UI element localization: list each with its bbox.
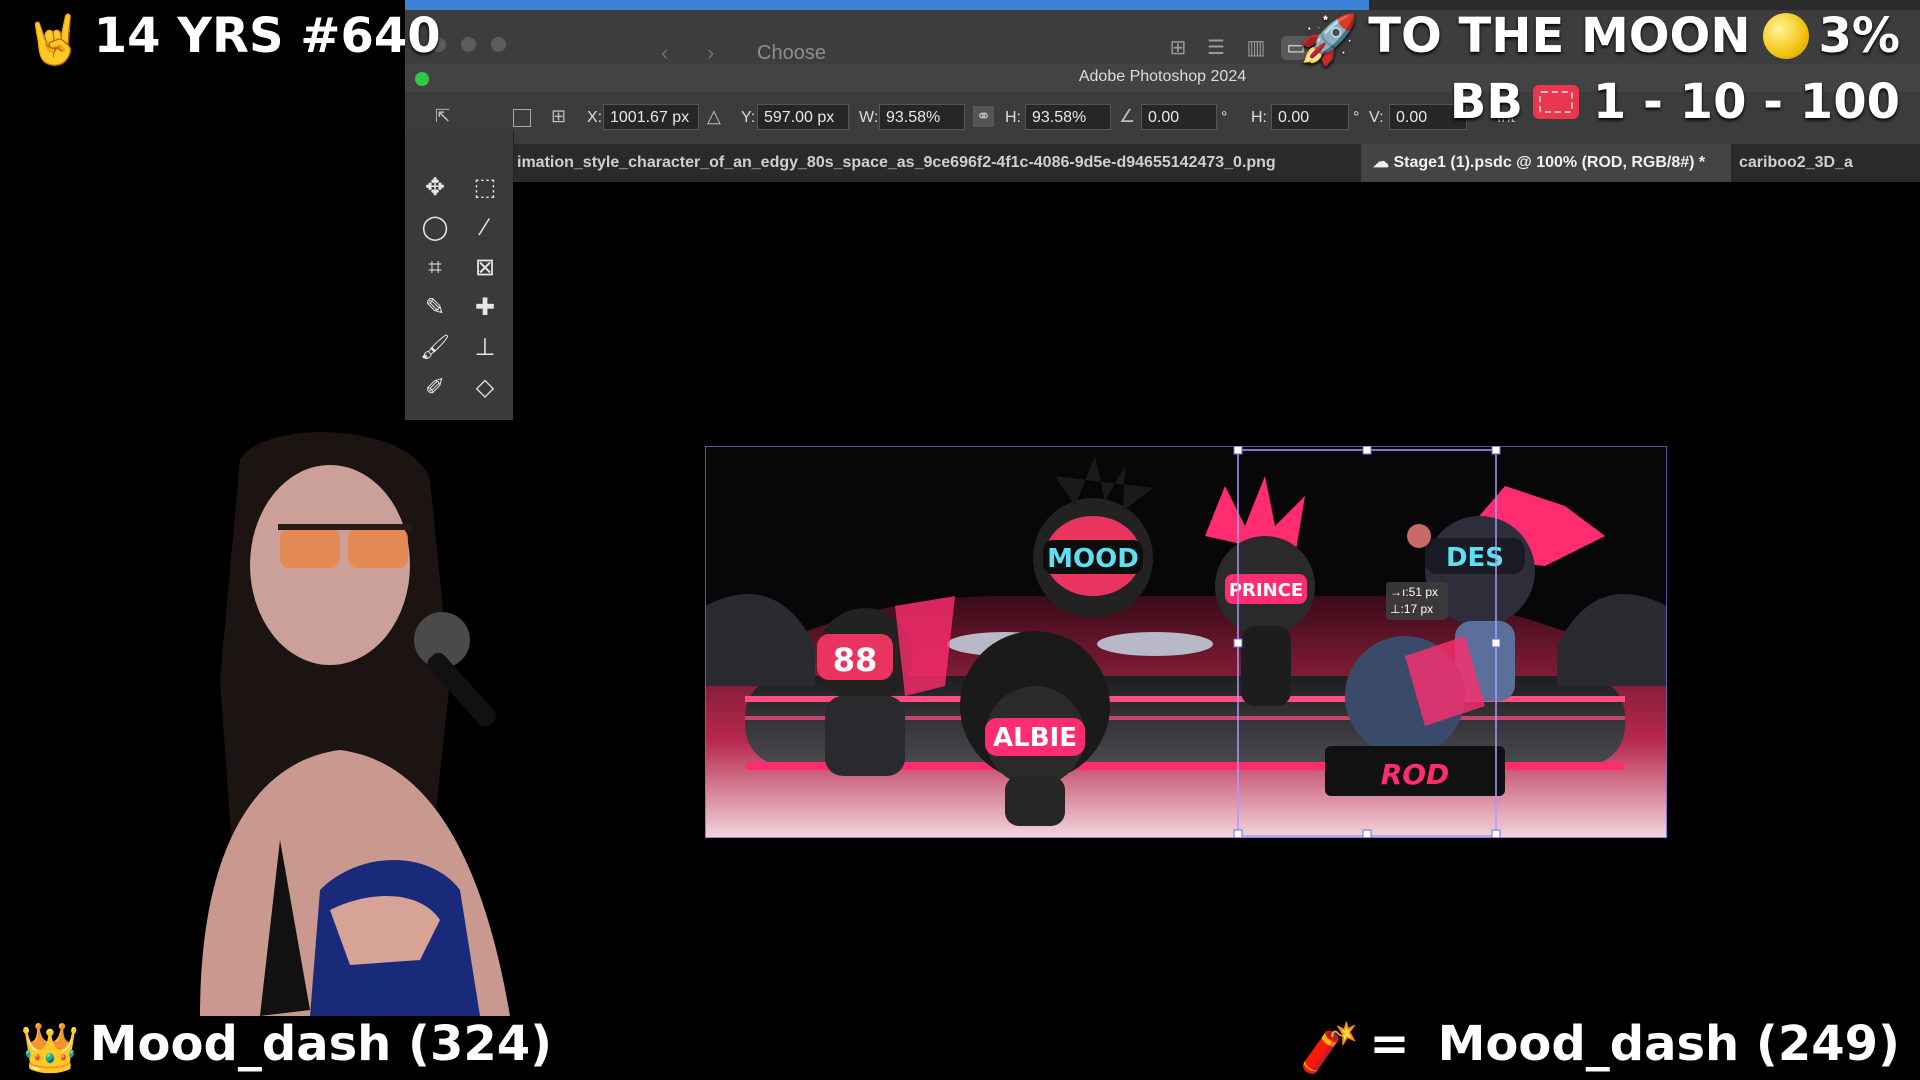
top-supporter-text: Mood_dash (324)	[89, 1016, 553, 1072]
angle-icon[interactable]: ∠	[1119, 106, 1135, 127]
eyedropper-tool-icon[interactable]: ✎	[415, 290, 455, 326]
crown-icon: 👑	[20, 1019, 80, 1076]
hskew-label: H:	[1251, 109, 1267, 126]
firecracker-icon: 🧨	[1299, 1019, 1360, 1076]
document-tabs: imation_style_character_of_an_edgy_80s_s…	[405, 144, 1920, 183]
prince-label: PRINCE	[1229, 580, 1303, 601]
moon-goal: 🚀 TO THE MOON 3%	[1299, 8, 1900, 68]
delta-icon[interactable]: △	[707, 106, 721, 127]
y-field[interactable]: 597.00 px	[757, 104, 849, 130]
ticket-icon	[1532, 85, 1579, 119]
webcam-feed	[180, 420, 524, 1016]
checkbox[interactable]	[513, 109, 531, 127]
equals-sign: =	[1369, 1016, 1410, 1072]
degree-symbol: °	[1221, 109, 1228, 126]
forward-arrow-icon[interactable]: ›	[707, 40, 714, 66]
height-field[interactable]: 93.58%	[1025, 104, 1111, 130]
crop-tool-icon[interactable]: ⌗	[415, 250, 455, 286]
artwork-canvas[interactable]: MOOD PRINCE DES 88 ALBIE ROD	[705, 446, 1667, 838]
tab-document-1[interactable]: imation_style_character_of_an_edgy_80s_s…	[505, 144, 1369, 182]
number-88-label: 88	[833, 641, 878, 679]
coin-icon	[1762, 13, 1809, 59]
x-label: X:	[587, 109, 603, 126]
w-label: W:	[859, 109, 879, 126]
lasso-tool-icon[interactable]: ◯	[415, 210, 455, 246]
rock-hand-icon: 🤘	[24, 11, 84, 68]
tab-document-3[interactable]: cariboo2_3D_a	[1727, 144, 1920, 182]
x-field[interactable]: 1001.67 px	[603, 104, 699, 130]
albie-label: ALBIE	[993, 723, 1077, 753]
rod-label: ROD	[1381, 758, 1450, 791]
degree-symbol: °	[1353, 109, 1360, 126]
years-counter-text: 14 YRS #640	[93, 8, 441, 64]
column-view-icon[interactable]: ▥	[1241, 36, 1271, 60]
reference-point-icon[interactable]: ⊞	[551, 106, 566, 127]
stamp-tool-icon[interactable]: ⊥	[465, 330, 505, 366]
top-supporter: 👑 Mood_dash (324)	[20, 1016, 552, 1076]
y-label: Y:	[741, 109, 756, 126]
vskew-label: V:	[1369, 109, 1384, 126]
transform-tool-icon[interactable]: ⇱	[435, 106, 450, 127]
bb-label: BB	[1449, 74, 1523, 130]
cloud-icon: ☁	[1373, 154, 1394, 171]
magic-wand-tool-icon[interactable]: ⁄	[465, 210, 505, 246]
tooltip-dy: ⊥:17 px	[1390, 602, 1434, 616]
window-title: Choose	[757, 42, 826, 64]
grid-view-icon[interactable]: ⊞	[1163, 36, 1193, 60]
bb-ticker: BB 1 - 10 - 100	[1450, 74, 1900, 130]
rotation-field[interactable]: 0.00	[1141, 104, 1217, 130]
tooltip-dx: →ı:51 px	[1390, 585, 1439, 599]
tab-document-2[interactable]: ☁ Stage1 (1).psdc @ 100% (ROD, RGB/8#) *	[1361, 144, 1731, 182]
history-brush-tool-icon[interactable]: ✐	[415, 370, 455, 406]
bb-values: 1 - 10 - 100	[1592, 74, 1900, 130]
rocket-icon: 🚀	[1298, 11, 1359, 68]
frame-tool-icon[interactable]: ⊠	[465, 250, 505, 286]
brush-tool-icon[interactable]: 🖌	[415, 330, 455, 366]
tab-label: Stage1 (1).psdc @ 100% (ROD, RGB/8#) *	[1393, 154, 1706, 171]
move-tool-icon[interactable]: ✥	[415, 170, 455, 206]
years-counter: 🤘 14 YRS #640	[24, 8, 441, 68]
recent-supporter-text: Mood_dash (249)	[1437, 1016, 1900, 1072]
eraser-tool-icon[interactable]: ◇	[465, 370, 505, 406]
recent-supporter: 🧨 = Mood_dash (249)	[1300, 1016, 1900, 1076]
marquee-tool-icon[interactable]: ⬚	[465, 170, 505, 206]
minimize-window-button[interactable]	[461, 37, 476, 52]
transform-tooltip: →ı:51 px ⊥:17 px	[1386, 582, 1448, 620]
moon-goal-percent: 3%	[1818, 8, 1901, 64]
width-field[interactable]: 93.58%	[879, 104, 965, 130]
window-accent-bar	[405, 0, 1369, 10]
back-arrow-icon[interactable]: ‹	[661, 40, 668, 66]
healing-tool-icon[interactable]: ✚	[465, 290, 505, 326]
list-view-icon[interactable]: ☰	[1201, 36, 1231, 60]
link-icon[interactable]: ⚭	[973, 106, 995, 127]
hskew-field[interactable]: 0.00	[1271, 104, 1349, 130]
moon-goal-text: TO THE MOON	[1368, 8, 1751, 64]
mood-label: MOOD	[1047, 544, 1139, 574]
h-label: H:	[1005, 109, 1021, 126]
zoom-window-button[interactable]	[491, 37, 506, 52]
